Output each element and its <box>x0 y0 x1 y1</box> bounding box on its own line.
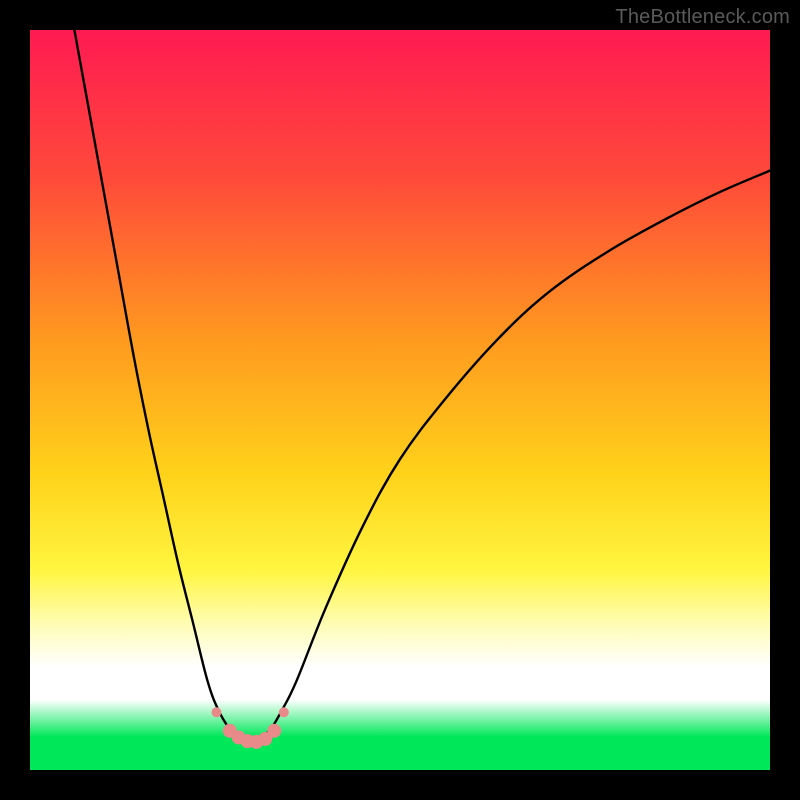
plot-area <box>30 30 770 770</box>
gradient-background <box>30 30 770 770</box>
marker-dot <box>279 707 289 717</box>
watermark-text: TheBottleneck.com <box>615 6 790 29</box>
chart-container: TheBottleneck.com <box>0 0 800 800</box>
chart-svg <box>30 30 770 770</box>
marker-dot <box>267 724 281 738</box>
marker-dot <box>211 707 221 717</box>
